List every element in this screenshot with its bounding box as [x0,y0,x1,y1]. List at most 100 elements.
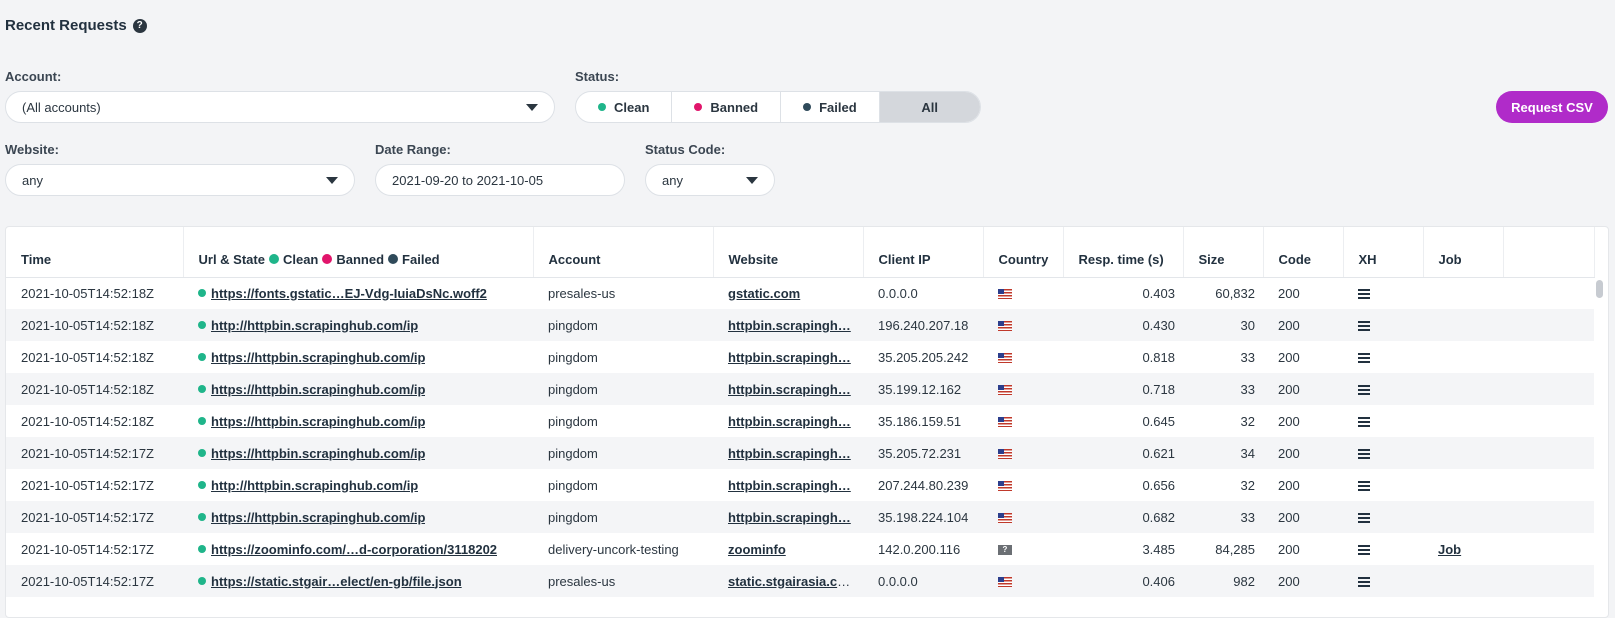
website-link[interactable]: httpbin.scrapingh… [728,350,851,365]
table-row: 2021-10-05T14:52:17Z http://httpbin.scrap… [6,469,1594,501]
url-link[interactable]: https://httpbin.scrapinghub.com/ip [211,382,425,397]
chevron-down-icon [526,103,538,111]
cell-url: https://httpbin.scrapinghub.com/ip [183,501,533,533]
list-icon[interactable] [1358,513,1370,524]
job-link[interactable]: Job [1438,542,1461,557]
website-link[interactable]: httpbin.scrapingh… [728,446,851,461]
url-link[interactable]: https://fonts.gstatic…EJ-Vdg-IuiaDsNc.wo… [211,286,487,301]
list-icon[interactable] [1358,417,1370,428]
cell-country [983,437,1063,469]
cell-size: 84,285 [1215,541,1255,557]
table-row: 2021-10-05T14:52:18Z https://fonts.gstati… [6,277,1594,309]
cell-client-ip: 142.0.200.116 [878,541,961,557]
url-link[interactable]: http://httpbin.scrapinghub.com/ip [211,318,418,333]
website-link[interactable]: httpbin.scrapingh… [728,318,851,333]
page-title: Recent Requests [5,17,127,34]
unknown-flag-icon: ? [998,545,1012,556]
cell-resp-time: 0.430 [1063,309,1183,341]
url-link[interactable]: https://zoominfo.com/…d-corporation/3118… [211,542,497,557]
cell-time: 2021-10-05T14:52:17Z [21,541,154,557]
cell-country [983,341,1063,373]
list-icon[interactable] [1358,321,1370,332]
cell-resp-time: 0.656 [1142,477,1175,493]
cell-country [983,405,1063,437]
cell-resp-time: 0.718 [1063,373,1183,405]
col-time[interactable]: Time [6,227,184,278]
cell-code: 200 [1278,413,1300,429]
website-link[interactable]: httpbin.scrapingh… [728,382,851,397]
website-link[interactable]: zoominfo [728,542,786,557]
url-link[interactable]: https://httpbin.scrapinghub.com/ip [211,350,425,365]
cell-size: 32 [1240,413,1255,429]
cell-job [1423,501,1503,533]
list-icon[interactable] [1358,449,1370,460]
account-label: Account: [5,69,62,84]
url-link[interactable]: http://httpbin.scrapinghub.com/ip [211,478,418,493]
banned-dot-icon [322,254,333,264]
cell-account: pingdom [548,413,598,429]
list-icon[interactable] [1358,353,1370,364]
table-row: 2021-10-05T14:52:17Z https://httpbin.scra… [6,437,1594,469]
cell-client-ip: 35.186.159.51 [878,413,962,429]
cell-spacer [1503,533,1594,565]
status-option-label: All [921,99,938,115]
list-icon[interactable] [1358,481,1370,492]
help-icon[interactable]: ? [132,18,147,33]
cell-time: 2021-10-05T14:52:18Z [21,349,154,365]
list-icon[interactable] [1358,577,1370,588]
cell-size: 32 [1240,477,1255,493]
request-csv-button[interactable]: Request CSV [1496,91,1608,123]
scrollbar-thumb[interactable] [1596,280,1603,298]
website-link[interactable]: httpbin.scrapingh… [728,510,851,525]
status-option-all[interactable]: All [879,92,980,122]
cell-client-ip: 35.199.12.162 [863,373,983,405]
col-resp-time: Resp. time (s) [1063,227,1184,278]
status-option-label: Banned [710,99,759,115]
website-link[interactable]: static.stgairasia.co… [728,574,858,589]
cell-country [983,565,1063,597]
cell-country [983,373,1063,405]
url-link[interactable]: https://httpbin.scrapinghub.com/ip [211,414,425,429]
cell-time: 2021-10-05T14:52:18Z [6,309,183,341]
us-flag-icon [998,353,1012,364]
account-select-value: (All accounts) [22,99,101,115]
status-option-banned[interactable]: Banned [672,92,782,122]
url-link[interactable]: https://httpbin.scrapinghub.com/ip [211,510,425,525]
list-icon[interactable] [1358,385,1370,396]
date-range-input[interactable]: 2021-09-20 to 2021-10-05 [375,164,625,196]
cell-code: 200 [1263,437,1343,469]
cell-job [1423,437,1503,469]
date-range-label: Date Range: [375,142,451,157]
cell-size: 33 [1183,501,1263,533]
url-link[interactable]: https://httpbin.scrapinghub.com/ip [211,446,425,461]
cell-account: pingdom [533,501,713,533]
cell-time: 2021-10-05T14:52:17Z [6,501,183,533]
cell-job [1423,341,1503,373]
us-flag-icon [998,577,1012,588]
website-link[interactable]: httpbin.scrapingh… [728,478,851,493]
cell-time: 2021-10-05T14:52:18Z [21,413,154,429]
status-option-label: Clean [614,99,650,115]
website-select-value: any [22,172,43,188]
list-icon[interactable] [1358,289,1370,300]
account-select[interactable]: (All accounts) [5,91,555,123]
status-option-failed[interactable]: Failed [781,92,880,122]
cell-xh [1343,341,1423,373]
status-code-select[interactable]: any [645,164,775,196]
list-icon[interactable] [1358,545,1370,556]
us-flag-icon [998,417,1012,428]
banned-dot-icon [694,103,703,111]
website-link[interactable]: httpbin.scrapingh… [728,414,851,429]
cell-website: httpbin.scrapingh… [713,373,863,405]
clean-status-dot-icon [198,353,206,361]
cell-code: 200 [1278,349,1300,365]
cell-account: delivery-uncork-testing [548,541,679,557]
cell-url: https://httpbin.scrapinghub.com/ip [183,437,533,469]
website-select[interactable]: any [5,164,355,196]
website-link[interactable]: gstatic.com [728,286,800,301]
url-link[interactable]: https://static.stgair…elect/en-gb/file.j… [211,574,462,589]
cell-country [983,469,1063,501]
cell-code: 200 [1278,477,1300,493]
table-scrollbar[interactable] [1594,276,1604,617]
status-option-clean[interactable]: Clean [576,92,673,122]
